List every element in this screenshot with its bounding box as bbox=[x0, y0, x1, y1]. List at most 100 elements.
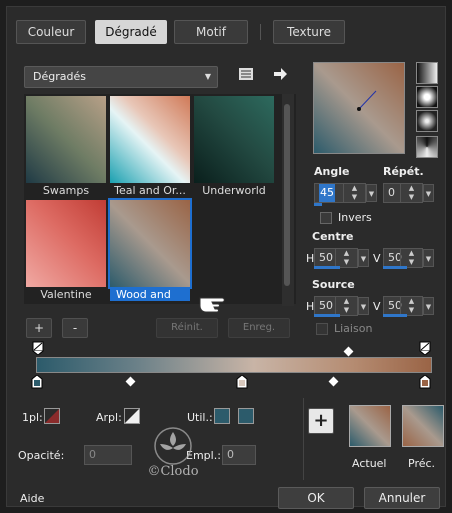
tab-texture[interactable]: Texture bbox=[273, 20, 345, 44]
add-gradient-button[interactable]: + bbox=[26, 318, 52, 338]
tab-color[interactable]: Couleur bbox=[16, 20, 86, 44]
tab-separator bbox=[260, 24, 261, 40]
spinner-arrows-icon[interactable]: ▲ ▼ bbox=[343, 184, 365, 202]
repeat-label: Répét. bbox=[383, 165, 424, 178]
spinner-arrows-icon[interactable]: ▲ ▼ bbox=[400, 184, 422, 202]
source-label: Source bbox=[312, 278, 355, 291]
color-stop-marker[interactable] bbox=[236, 374, 248, 389]
gradient-label: Swamps bbox=[42, 184, 90, 197]
add-to-swatches-button[interactable]: + bbox=[308, 408, 334, 434]
background-color-swatch[interactable] bbox=[124, 408, 140, 424]
color-stop-marker[interactable] bbox=[31, 374, 43, 389]
remove-gradient-button[interactable]: - bbox=[62, 318, 88, 338]
chevron-down-icon[interactable]: ▼ bbox=[358, 249, 369, 267]
ok-button[interactable]: OK bbox=[278, 487, 354, 509]
source-h-slider[interactable] bbox=[314, 314, 340, 317]
gradient-bar[interactable] bbox=[36, 357, 432, 373]
source-h-value: 50 bbox=[319, 299, 333, 312]
gradient-preview[interactable] bbox=[313, 62, 405, 154]
spinner-arrows-icon[interactable]: ▲ ▼ bbox=[335, 249, 357, 267]
center-label: Centre bbox=[312, 230, 354, 243]
center-v-spinner[interactable]: 50 ▲ ▼ ▼ bbox=[383, 248, 434, 268]
spinner-arrows-icon[interactable]: ▲ ▼ bbox=[400, 249, 422, 267]
opacity-stop-marker[interactable] bbox=[32, 341, 44, 356]
watermark-text: ©Clodo bbox=[147, 464, 199, 479]
chevron-down-icon[interactable]: ▼ bbox=[423, 249, 434, 267]
spinner-arrows-icon[interactable]: ▲ ▼ bbox=[400, 297, 422, 315]
center-h-spinner[interactable]: 50 ▲ ▼ ▼ bbox=[314, 248, 369, 268]
first-color-label: 1pl: bbox=[22, 411, 43, 424]
invert-checkbox[interactable] bbox=[320, 212, 332, 224]
previous-gradient-swatch[interactable] bbox=[402, 405, 444, 447]
source-v-label: V bbox=[373, 300, 381, 313]
arrow-right-icon[interactable] bbox=[272, 66, 288, 82]
center-v-label: V bbox=[373, 252, 381, 265]
center-h-value: 50 bbox=[319, 251, 333, 264]
angle-spinner[interactable]: 45 ▲ ▼ ▼ bbox=[314, 183, 377, 203]
angle-label: Angle bbox=[314, 165, 350, 178]
gallery-scrollbar[interactable] bbox=[282, 94, 294, 306]
angle-handle-icon bbox=[357, 90, 377, 111]
opacity-stop-marker[interactable] bbox=[419, 341, 431, 356]
user-color-label: Util.: bbox=[187, 411, 213, 424]
linear-style-button[interactable] bbox=[416, 62, 438, 84]
category-dropdown-value: Dégradés bbox=[33, 70, 86, 83]
user-color-swatch-2[interactable] bbox=[238, 408, 254, 424]
first-color-swatch[interactable] bbox=[44, 408, 60, 424]
tab-pattern[interactable]: Motif bbox=[174, 20, 248, 44]
chevron-down-icon[interactable]: ▼ bbox=[358, 297, 369, 315]
sunburst-style-button[interactable] bbox=[416, 136, 438, 158]
gradient-gallery: Swamps Teal and Or... Underworld Valenti… bbox=[24, 94, 296, 304]
user-color-swatch-1[interactable] bbox=[214, 408, 230, 424]
source-v-slider[interactable] bbox=[383, 314, 407, 317]
save-button[interactable]: Enreg. bbox=[228, 318, 290, 338]
opacity-value: 0 bbox=[89, 448, 96, 461]
chevron-down-icon[interactable]: ▼ bbox=[423, 297, 434, 315]
scrollbar-thumb[interactable] bbox=[284, 104, 290, 286]
gradient-label: Wood and bbox=[110, 288, 190, 301]
gradient-wood-and[interactable]: Wood and bbox=[108, 198, 192, 301]
divider bbox=[303, 398, 304, 480]
category-dropdown[interactable]: Dégradés ▼ bbox=[24, 66, 218, 88]
cancel-button[interactable]: Annuler bbox=[364, 487, 440, 509]
pointing-hand-icon bbox=[198, 288, 238, 314]
opacity-label: Opacité: bbox=[18, 449, 65, 462]
gradient-underworld[interactable]: Underworld bbox=[194, 96, 274, 197]
chevron-down-icon[interactable]: ▼ bbox=[423, 184, 434, 202]
help-link[interactable]: Aide bbox=[20, 492, 44, 505]
gradient-swamps[interactable]: Swamps bbox=[26, 96, 106, 197]
background-color-label: Arpl: bbox=[96, 411, 122, 424]
color-stop-marker[interactable] bbox=[419, 374, 431, 389]
tab-gradient[interactable]: Dégradé bbox=[95, 20, 167, 44]
center-h-slider[interactable] bbox=[314, 266, 340, 269]
reset-button[interactable]: Réinit. bbox=[156, 318, 218, 338]
current-label: Actuel bbox=[352, 457, 387, 470]
gradient-valentine[interactable]: Valentine bbox=[26, 200, 106, 301]
angle-slider[interactable] bbox=[314, 203, 322, 206]
spinner-arrows-icon[interactable]: ▲ ▼ bbox=[335, 297, 357, 315]
invert-label: Invers bbox=[338, 211, 372, 224]
gradient-teal-orange[interactable]: Teal and Or... bbox=[110, 96, 190, 197]
radial-style-button[interactable] bbox=[416, 110, 438, 132]
link-checkbox[interactable] bbox=[316, 323, 328, 335]
current-gradient-swatch[interactable] bbox=[349, 405, 391, 447]
rectangular-style-button[interactable] bbox=[416, 86, 438, 108]
link-label: Liaison bbox=[334, 322, 373, 335]
gradient-label: Valentine bbox=[40, 288, 92, 301]
library-icon[interactable] bbox=[238, 66, 254, 82]
watermark-logo: ©Clodo bbox=[138, 424, 208, 486]
chevron-down-icon: ▼ bbox=[204, 72, 211, 81]
source-h-spinner[interactable]: 50 ▲ ▼ ▼ bbox=[314, 296, 369, 316]
source-v-spinner[interactable]: 50 ▲ ▼ ▼ bbox=[383, 296, 434, 316]
center-v-slider[interactable] bbox=[383, 266, 407, 269]
gradient-label: Teal and Or... bbox=[114, 184, 186, 197]
location-spinner[interactable]: 0 bbox=[222, 445, 256, 465]
chevron-down-icon[interactable]: ▼ bbox=[366, 184, 377, 202]
repeat-spinner[interactable]: 0 ▲ ▼ ▼ bbox=[383, 183, 434, 203]
location-value: 0 bbox=[227, 448, 234, 461]
angle-value: 45 bbox=[319, 184, 335, 202]
previous-label: Préc. bbox=[408, 457, 436, 470]
opacity-spinner[interactable]: 0 bbox=[84, 445, 132, 465]
repeat-value: 0 bbox=[388, 186, 395, 199]
gradient-label: Underworld bbox=[202, 184, 266, 197]
